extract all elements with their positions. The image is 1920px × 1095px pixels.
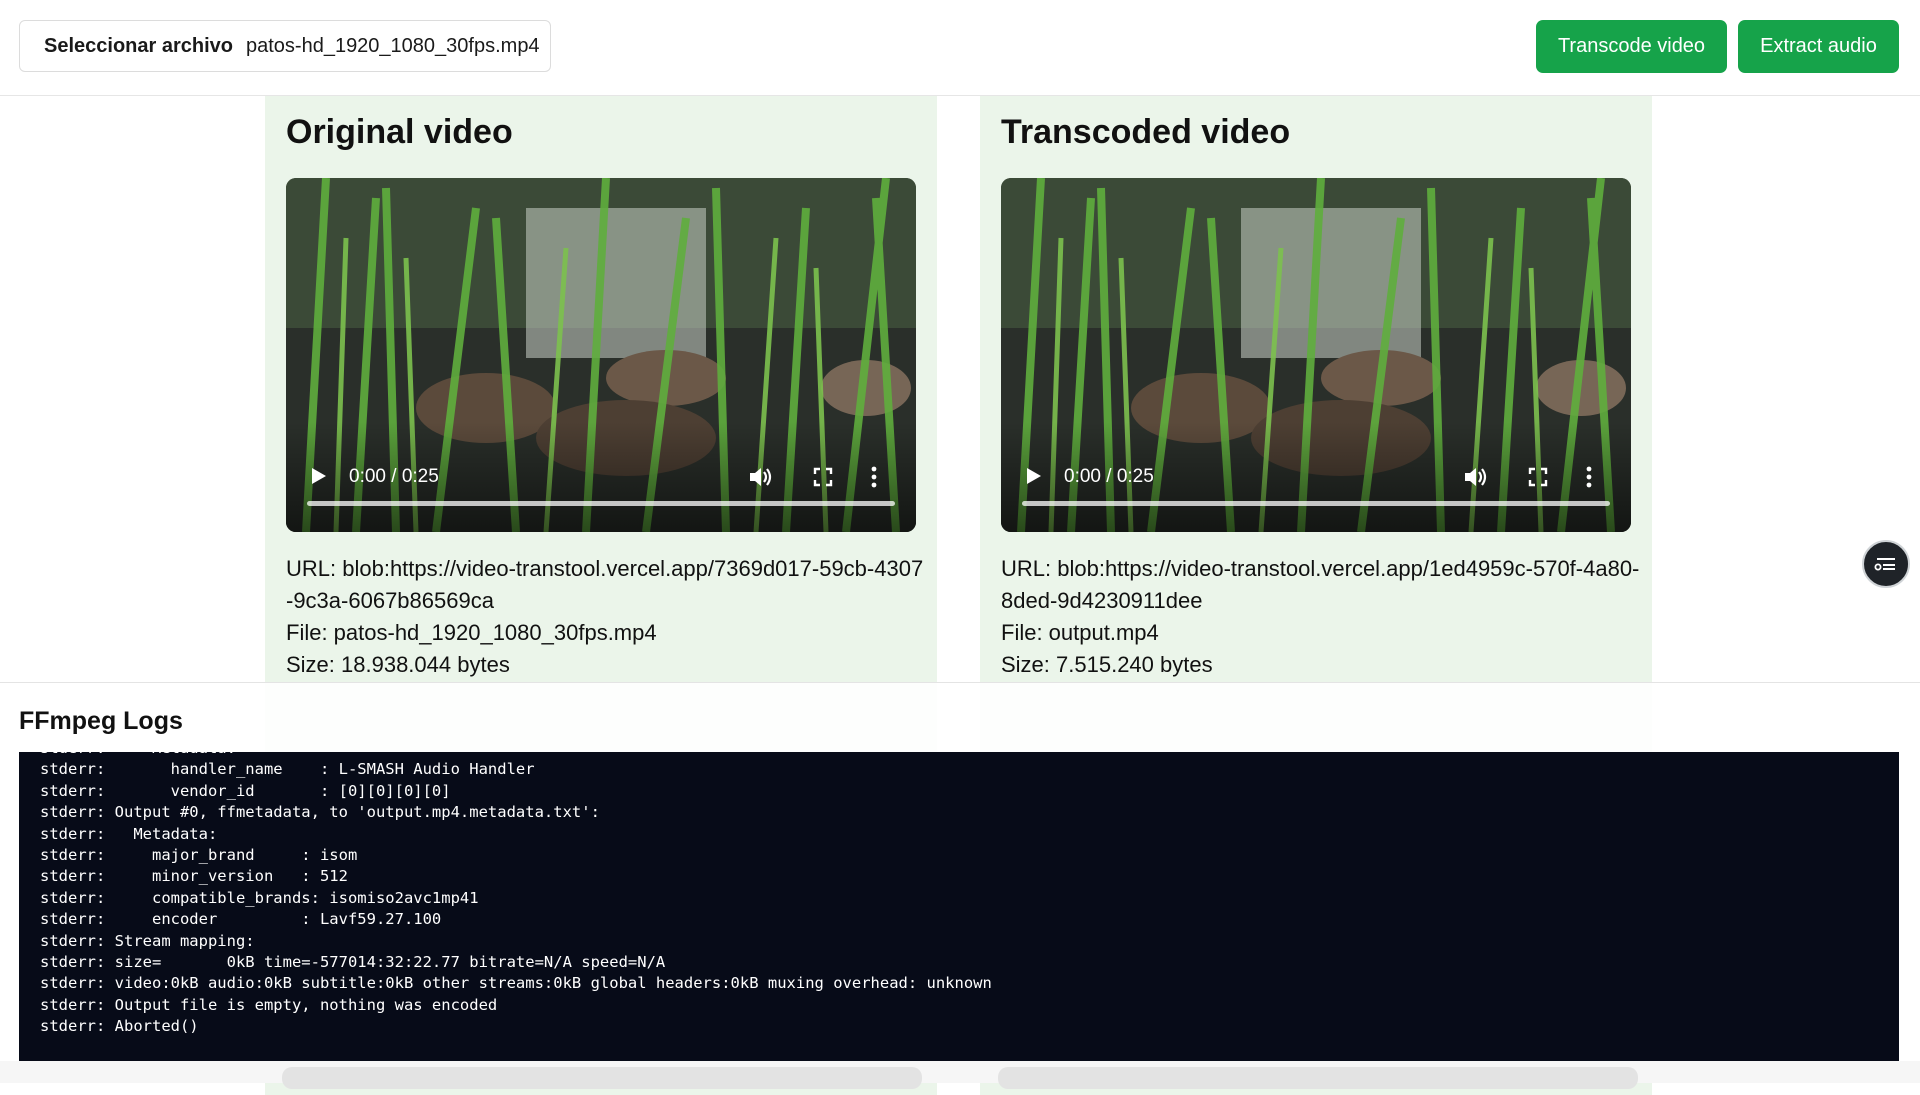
video-progress-bar[interactable]	[307, 501, 895, 506]
original-url: URL: blob:https://video-transtool.vercel…	[286, 556, 924, 613]
original-size: Size: 18.938.044 bytes	[286, 652, 510, 677]
log-output: stderr: Metadata: stderr: handler_name :…	[40, 752, 992, 1036]
selected-file-name: patos-hd_1920_1080_30fps.mp4	[245, 34, 540, 57]
floating-chat-button[interactable]	[1862, 540, 1910, 588]
transcoded-file: File: output.mp4	[1001, 620, 1159, 645]
more-options-icon[interactable]	[870, 465, 878, 489]
transcoded-video-info: URL: blob:https://video-transtool.vercel…	[1001, 553, 1641, 681]
more-options-icon[interactable]	[1585, 465, 1593, 489]
video-controls: 0:00 / 0:25	[286, 422, 916, 532]
original-video-player[interactable]: 0:00 / 0:25	[286, 178, 916, 532]
choose-file-button[interactable]: Seleccionar archivo	[44, 35, 233, 58]
original-video-info: URL: blob:https://video-transtool.vercel…	[286, 553, 926, 681]
transcoded-video-player[interactable]: 0:00 / 0:25	[1001, 178, 1631, 532]
ffmpeg-log-console[interactable]: stderr: Metadata: stderr: handler_name :…	[19, 752, 1899, 1061]
transcoded-video-title: Transcoded video	[1001, 113, 1291, 151]
original-video-title: Original video	[286, 113, 513, 151]
fullscreen-icon[interactable]	[813, 467, 833, 487]
faded-content	[998, 1067, 1638, 1089]
video-time: 0:00 / 0:25	[1064, 466, 1154, 487]
file-input[interactable]: Seleccionar archivo patos-hd_1920_1080_3…	[19, 20, 551, 72]
play-icon[interactable]	[310, 466, 328, 486]
bottom-fade	[0, 1061, 1920, 1089]
extract-audio-button[interactable]: Extract audio	[1738, 20, 1899, 73]
chat-list-icon	[1874, 558, 1895, 571]
fullscreen-icon[interactable]	[1528, 467, 1548, 487]
transcoded-size: Size: 7.515.240 bytes	[1001, 652, 1213, 677]
transcoded-url: URL: blob:https://video-transtool.vercel…	[1001, 556, 1640, 613]
logs-header: FFmpeg Logs	[0, 682, 1920, 753]
video-controls: 0:00 / 0:25	[1001, 422, 1631, 532]
video-time: 0:00 / 0:25	[349, 466, 439, 487]
volume-icon[interactable]	[748, 465, 774, 489]
faded-content	[282, 1067, 922, 1089]
top-toolbar: Seleccionar archivo patos-hd_1920_1080_3…	[0, 0, 1920, 96]
transcode-video-button[interactable]: Transcode video	[1536, 20, 1727, 73]
volume-icon[interactable]	[1463, 465, 1489, 489]
play-icon[interactable]	[1025, 466, 1043, 486]
logs-title: FFmpeg Logs	[19, 707, 183, 735]
original-file: File: patos-hd_1920_1080_30fps.mp4	[286, 620, 657, 645]
video-progress-bar[interactable]	[1022, 501, 1610, 506]
